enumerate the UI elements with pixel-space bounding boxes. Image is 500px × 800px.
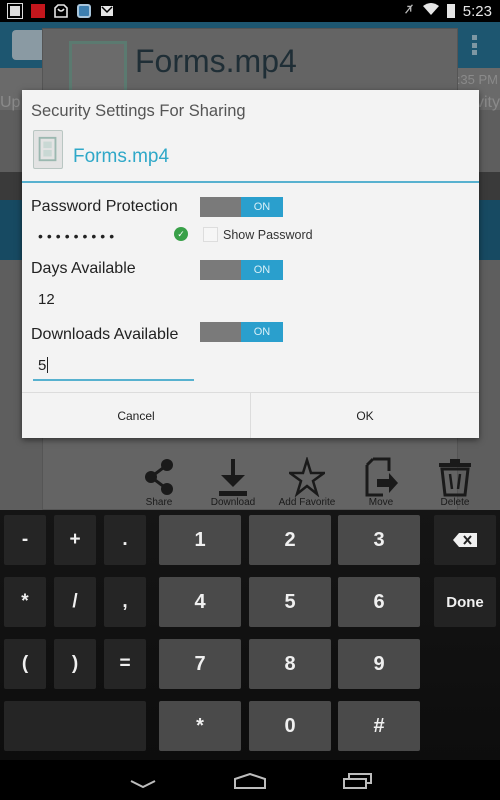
toggle-state: ON bbox=[241, 322, 283, 342]
key-comma[interactable]: , bbox=[104, 577, 146, 627]
clock: 5:23 bbox=[462, 2, 492, 20]
key-minus[interactable]: - bbox=[4, 515, 46, 565]
key-slash[interactable]: / bbox=[54, 577, 96, 627]
gallery-notification-icon bbox=[7, 3, 23, 19]
trash-icon bbox=[439, 459, 471, 497]
numeric-keyboard: - + . 1 2 3 * / , 4 5 6 Done ( ) = 7 8 9… bbox=[0, 510, 500, 760]
key-3[interactable]: 3 bbox=[338, 515, 420, 565]
text-cursor bbox=[47, 357, 49, 373]
key-star[interactable]: * bbox=[159, 701, 241, 751]
days-available-label: Days Available bbox=[31, 260, 136, 277]
delete-button[interactable]: Delete bbox=[425, 457, 485, 508]
status-bar: 5:23 bbox=[0, 0, 500, 22]
downloads-value: 5 bbox=[38, 357, 47, 374]
dialog-button-row: Cancel OK bbox=[22, 392, 479, 438]
password-input[interactable]: ••••••••• bbox=[38, 228, 118, 244]
backspace-icon bbox=[453, 533, 477, 547]
share-label: Share bbox=[145, 497, 173, 508]
key-9[interactable]: 9 bbox=[338, 639, 420, 689]
file-detail-title: Forms.mp4 bbox=[135, 43, 297, 79]
password-protection-toggle[interactable]: ON bbox=[200, 197, 283, 217]
dialog-title: Security Settings For Sharing bbox=[31, 102, 246, 120]
share-button[interactable]: Share bbox=[129, 457, 189, 508]
back-down-icon[interactable] bbox=[130, 776, 156, 794]
cnn-notification-icon bbox=[31, 4, 45, 18]
key-5[interactable]: 5 bbox=[249, 577, 331, 627]
move-button[interactable]: Move bbox=[351, 457, 411, 508]
subheader-left-text: Up bbox=[0, 94, 21, 111]
toggle-state: ON bbox=[241, 197, 283, 217]
move-icon bbox=[365, 457, 398, 497]
download-button[interactable]: Download bbox=[203, 457, 263, 508]
show-password-label[interactable]: Show Password bbox=[223, 228, 313, 242]
backspace-key[interactable] bbox=[434, 515, 496, 565]
subheader-timestamp: :35 PM bbox=[456, 72, 498, 87]
share-icon bbox=[145, 459, 173, 495]
dialog-header-divider bbox=[22, 181, 479, 183]
home-icon[interactable] bbox=[234, 772, 266, 794]
key-hash[interactable]: # bbox=[338, 701, 420, 751]
star-icon bbox=[289, 457, 325, 497]
download-label: Download bbox=[210, 497, 256, 508]
password-valid-check-icon: ✓ bbox=[174, 227, 188, 241]
downloads-available-label: Downloads Available bbox=[31, 326, 179, 343]
mute-icon bbox=[403, 2, 415, 20]
key-1[interactable]: 1 bbox=[159, 515, 241, 565]
done-key[interactable]: Done bbox=[434, 577, 496, 627]
move-label: Move bbox=[368, 497, 394, 508]
recents-icon[interactable] bbox=[343, 773, 373, 794]
toggle-state: ON bbox=[241, 260, 283, 280]
subheader-right-text: vity bbox=[476, 94, 500, 111]
download-icon bbox=[219, 459, 247, 496]
key-period[interactable]: . bbox=[104, 515, 146, 565]
wifi-icon bbox=[422, 2, 439, 20]
key-8[interactable]: 8 bbox=[249, 639, 331, 689]
downloads-available-input[interactable]: 5 bbox=[38, 357, 49, 374]
key-close-paren[interactable]: ) bbox=[54, 639, 96, 689]
key-4[interactable]: 4 bbox=[159, 577, 241, 627]
key-6[interactable]: 6 bbox=[338, 577, 420, 627]
key-space[interactable] bbox=[4, 701, 146, 751]
app-logo-icon bbox=[12, 30, 46, 60]
overflow-menu-icon[interactable] bbox=[472, 35, 478, 55]
ok-button[interactable]: OK bbox=[250, 393, 479, 438]
show-password-checkbox[interactable] bbox=[203, 227, 218, 242]
file-action-bar: Share Download Add Favorite Move Delete bbox=[129, 457, 485, 508]
days-available-input[interactable]: 12 bbox=[38, 291, 55, 308]
add-favorite-button[interactable]: Add Favorite bbox=[277, 457, 337, 508]
mailbox-notification-icon bbox=[54, 4, 68, 18]
delete-label: Delete bbox=[440, 497, 470, 508]
key-plus[interactable]: + bbox=[54, 515, 96, 565]
key-2[interactable]: 2 bbox=[249, 515, 331, 565]
security-settings-dialog: Security Settings For Sharing Forms.mp4 … bbox=[22, 90, 479, 438]
password-protection-label: Password Protection bbox=[31, 198, 178, 215]
navigation-bar bbox=[0, 760, 500, 800]
days-available-toggle[interactable]: ON bbox=[200, 260, 283, 280]
dialog-filename: Forms.mp4 bbox=[73, 146, 170, 167]
key-open-paren[interactable]: ( bbox=[4, 639, 46, 689]
app-notification-icon bbox=[77, 4, 91, 18]
gmail-notification-icon bbox=[100, 4, 114, 18]
cancel-button[interactable]: Cancel bbox=[22, 393, 250, 438]
add-favorite-label: Add Favorite bbox=[278, 497, 336, 508]
key-7[interactable]: 7 bbox=[159, 639, 241, 689]
downloads-input-underline bbox=[33, 379, 194, 381]
key-equals[interactable]: = bbox=[104, 639, 146, 689]
key-0[interactable]: 0 bbox=[249, 701, 331, 751]
downloads-available-toggle[interactable]: ON bbox=[200, 322, 283, 342]
video-file-icon bbox=[33, 130, 63, 169]
key-asterisk[interactable]: * bbox=[4, 577, 46, 627]
battery-icon bbox=[446, 4, 455, 18]
